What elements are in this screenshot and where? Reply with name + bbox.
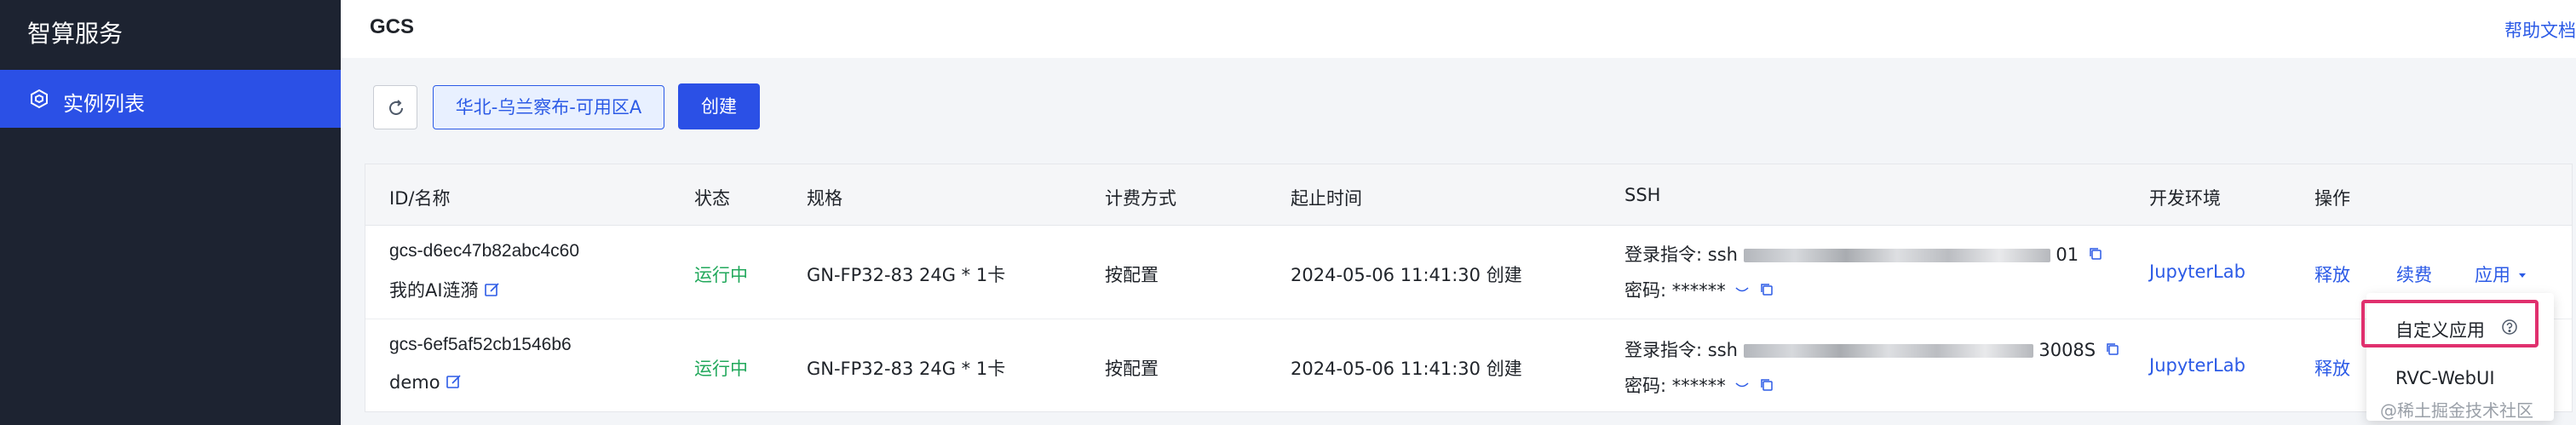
instance-name: 我的AI涟漪 [389, 280, 479, 301]
ssh-password: 密码: ****** [1624, 277, 1774, 302]
ssh-password: 密码: ****** [1624, 372, 1774, 398]
col-dev-env: 开发环境 [2149, 188, 2221, 209]
redacted-text [1743, 344, 2033, 358]
ssh-command-prefix: ssh [1707, 244, 1738, 265]
status-badge: 运行中 [694, 265, 748, 285]
edit-icon[interactable] [484, 281, 501, 302]
menu-item-label: 自定义应用 [2395, 320, 2485, 341]
billing-method: 按配置 [1105, 359, 1159, 379]
sidebar-item-label: 实例列表 [63, 92, 145, 116]
instance-spec: GN-FP32-83 24G * 1卡 [807, 265, 1006, 285]
ssh-command: 登录指令: ssh 01 [1624, 241, 2103, 267]
col-time: 起止时间 [1291, 188, 1362, 209]
release-button[interactable]: 释放 [2314, 355, 2350, 381]
instance-spec: GN-FP32-83 24G * 1卡 [807, 359, 1006, 379]
edit-icon[interactable] [446, 373, 463, 394]
table-header: ID/名称 状态 规格 计费方式 起止时间 SSH 开发环境 操作 [365, 164, 2572, 226]
col-spec: 规格 [807, 188, 842, 209]
page-title: GCS [370, 15, 415, 38]
eye-closed-icon[interactable] [1734, 281, 1750, 302]
copy-icon[interactable] [2088, 245, 2103, 266]
sidebar: 智算服务 实例列表 [0, 0, 341, 425]
copy-icon[interactable] [1759, 376, 1774, 397]
instance-name-wrap: demo [389, 372, 463, 394]
copy-icon[interactable] [1759, 281, 1774, 302]
password-label: 密码: [1624, 280, 1667, 301]
col-ssh: SSH [1624, 185, 1661, 205]
table-row: gcs-d6ec47b82abc4c60 我的AI涟漪 运行中 GN-FP32-… [365, 226, 2572, 319]
password-label: 密码: [1624, 376, 1667, 396]
jupyterlab-link[interactable]: JupyterLab [2149, 261, 2245, 282]
release-button[interactable]: 释放 [2314, 261, 2350, 287]
refresh-button[interactable] [373, 85, 417, 129]
instance-name-wrap: 我的AI涟漪 [389, 277, 501, 302]
status-badge: 运行中 [694, 359, 748, 379]
menu-item-label: RVC-WebUI [2395, 368, 2495, 388]
ssh-command: 登录指令: ssh 3008S [1624, 336, 2120, 362]
col-billing: 计费方式 [1105, 188, 1176, 209]
ssh-command-label: 登录指令: [1624, 244, 1703, 265]
password-value: ****** [1671, 376, 1726, 396]
ssh-command-suffix: 01 [2056, 244, 2079, 265]
brand-title: 智算服务 [27, 20, 124, 48]
billing-method: 按配置 [1105, 265, 1159, 285]
eye-closed-icon[interactable] [1734, 376, 1750, 397]
copy-icon[interactable] [2105, 341, 2120, 361]
help-circle-icon[interactable] [2501, 319, 2518, 340]
table-row: gcs-6ef5af52cb1546b6 demo 运行中 GN-FP32-83… [365, 319, 2572, 413]
password-value: ****** [1671, 280, 1726, 301]
box-icon [29, 89, 49, 109]
ssh-command-prefix: ssh [1707, 340, 1738, 360]
create-button[interactable]: 创建 [678, 83, 760, 129]
menu-item-custom-app[interactable]: 自定义应用 [2361, 300, 2554, 353]
instance-id: gcs-d6ec47b82abc4c60 [389, 241, 580, 261]
col-status: 状态 [694, 188, 730, 209]
instance-id: gcs-6ef5af52cb1546b6 [389, 335, 572, 354]
start-time: 2024-05-06 11:41:30 创建 [1291, 265, 1522, 285]
renew-button[interactable]: 续费 [2396, 261, 2432, 287]
watermark: @稀土掘金技术社区 [2380, 400, 2533, 421]
start-time: 2024-05-06 11:41:30 创建 [1291, 359, 1522, 379]
region-selector[interactable]: 华北-乌兰察布-可用区A [433, 85, 664, 129]
help-docs-link[interactable]: 帮助文档 [2504, 17, 2576, 43]
sidebar-item-instance-list[interactable]: 实例列表 [0, 70, 341, 128]
redacted-text [1743, 249, 2050, 262]
apps-label: 应用 [2475, 265, 2510, 285]
instance-table: ID/名称 状态 规格 计费方式 起止时间 SSH 开发环境 操作 gcs-d6… [365, 164, 2573, 412]
jupyterlab-link[interactable]: JupyterLab [2149, 355, 2245, 376]
ssh-command-suffix: 3008S [2038, 340, 2096, 360]
header: GCS 帮助文档 [341, 0, 2576, 58]
apps-dropdown-button[interactable]: 应用 [2475, 261, 2528, 287]
caret-down-icon [2516, 265, 2528, 285]
ssh-command-label: 登录指令: [1624, 340, 1703, 360]
col-id-name: ID/名称 [389, 188, 451, 209]
col-actions: 操作 [2314, 188, 2350, 209]
instance-name: demo [389, 372, 440, 393]
